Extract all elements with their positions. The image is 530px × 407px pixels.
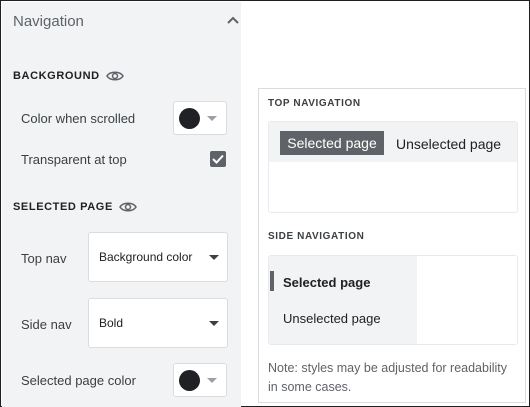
caret-down-icon: [209, 255, 219, 260]
top-nav-bar: Selected page Unselected page: [269, 122, 517, 162]
transparent-at-top-label: Transparent at top: [21, 152, 127, 167]
top-nav-selected-page: Selected page: [280, 131, 384, 155]
top-navigation-title: TOP NAVIGATION: [268, 98, 361, 109]
background-section-title: BACKGROUND: [13, 70, 124, 82]
caret-down-icon: [207, 116, 217, 121]
top-nav-unselected-page: Unselected page: [396, 136, 502, 152]
readability-note: Note: styles may be adjusted for readabi…: [268, 361, 508, 394]
selected-page-section-title: SELECTED PAGE: [13, 201, 137, 213]
settings-window: Navigation BACKGROUND Color when scrolle…: [0, 0, 530, 407]
color-swatch: [179, 108, 200, 129]
top-nav-preview: Selected page Unselected page: [268, 121, 518, 213]
selected-indicator: [270, 271, 274, 291]
panel-title: Navigation: [13, 13, 84, 30]
top-nav-select[interactable]: Background color: [88, 232, 228, 282]
navigation-settings-panel: Navigation BACKGROUND Color when scrolle…: [2, 2, 241, 407]
color-when-scrolled-picker[interactable]: [173, 101, 227, 135]
selected-page-color-label: Selected page color: [21, 373, 136, 388]
collapse-button[interactable]: [224, 11, 242, 29]
color-when-scrolled-label: Color when scrolled: [21, 111, 136, 126]
selected-page-color-picker[interactable]: [173, 363, 227, 397]
caret-down-icon: [209, 321, 219, 326]
selected-page-section-label: SELECTED PAGE: [13, 201, 113, 213]
side-nav-selected-page: Selected page: [283, 275, 371, 290]
top-nav-select-value: Background color: [99, 250, 193, 264]
transparent-at-top-checkbox[interactable]: [210, 151, 226, 167]
chevron-up-icon: [227, 16, 239, 24]
side-nav-select[interactable]: Bold: [88, 298, 228, 348]
side-nav-label: Side nav: [21, 317, 72, 332]
caret-down-icon: [207, 378, 217, 383]
navigation-preview: TOP NAVIGATION Selected page Unselected …: [258, 88, 526, 403]
eye-icon[interactable]: [105, 70, 124, 82]
check-icon: [212, 154, 224, 164]
color-swatch: [179, 370, 200, 391]
side-nav-select-value: Bold: [99, 316, 124, 330]
background-section-label: BACKGROUND: [13, 70, 100, 82]
side-nav-unselected-page: Unselected page: [283, 311, 381, 326]
eye-icon[interactable]: [119, 201, 137, 213]
side-navigation-title: SIDE NAVIGATION: [268, 231, 365, 242]
top-nav-label: Top nav: [21, 251, 67, 266]
side-nav-preview: Selected page Unselected page: [268, 255, 518, 345]
side-nav-column: Selected page Unselected page: [269, 256, 417, 344]
